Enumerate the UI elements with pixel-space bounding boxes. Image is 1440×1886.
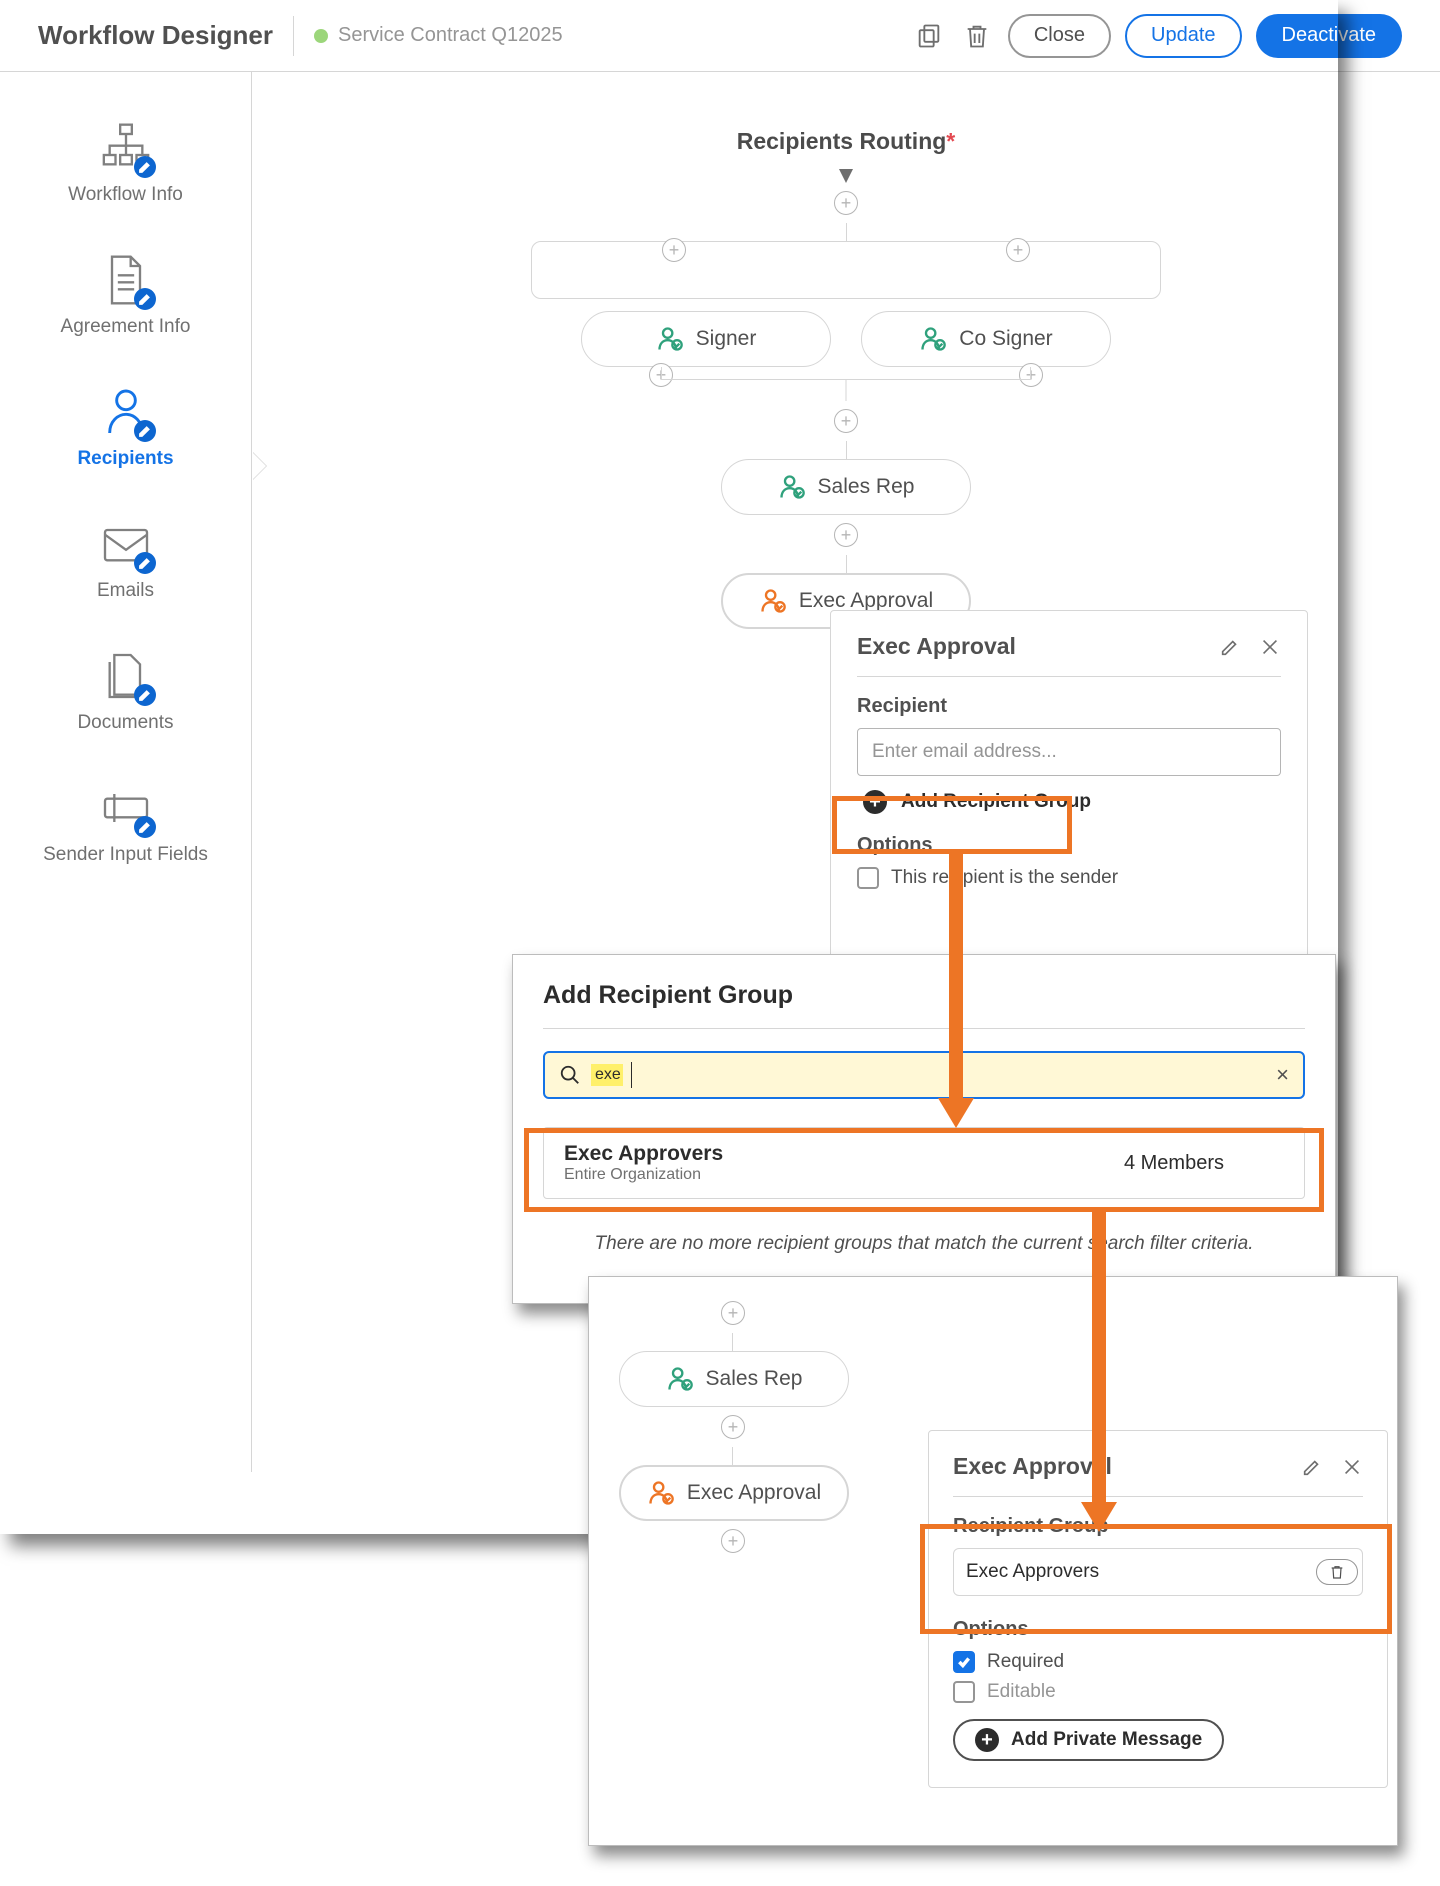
callout-arrow: [949, 854, 963, 1098]
group-result-members: 4 Members: [1124, 1152, 1224, 1175]
add-step-button[interactable]: +: [834, 523, 858, 547]
update-button[interactable]: Update: [1125, 14, 1242, 58]
hierarchy-icon: [98, 120, 154, 176]
sender-checkbox-label: This recipient is the sender: [891, 867, 1118, 889]
add-private-message-button[interactable]: + Add Private Message: [953, 1719, 1224, 1761]
required-checkbox[interactable]: [953, 1651, 975, 1673]
group-search-input[interactable]: exe ×: [543, 1051, 1305, 1099]
add-recipient-group-button[interactable]: + Add Recipient Group: [857, 776, 1281, 828]
remove-group-button[interactable]: [1316, 1559, 1358, 1585]
node-label: Sales Rep: [818, 475, 915, 499]
email-icon: [98, 516, 154, 572]
group-result-scope: Entire Organization: [564, 1166, 723, 1184]
divider: [293, 16, 294, 56]
add-recipient-group-modal: Add Recipient Group exe × Exec Approvers…: [512, 954, 1336, 1304]
panel-title: Exec Approval: [857, 633, 1201, 660]
edit-icon[interactable]: [1219, 636, 1241, 658]
node-label: Signer: [696, 327, 757, 351]
sidebar-item-recipients[interactable]: Recipients: [0, 366, 251, 498]
add-step-button[interactable]: +: [721, 1415, 745, 1439]
close-button[interactable]: Close: [1008, 14, 1111, 58]
header: Workflow Designer Service Contract Q1202…: [0, 0, 1440, 72]
recipient-node-cosigner[interactable]: Co Signer: [861, 311, 1111, 367]
clear-search-icon[interactable]: ×: [1276, 1062, 1289, 1088]
sender-checkbox[interactable]: [857, 867, 879, 889]
add-step-button[interactable]: +: [721, 1301, 745, 1325]
sidebar-item-agreement-info[interactable]: Agreement Info: [0, 234, 251, 366]
app-title: Workflow Designer: [38, 20, 273, 51]
group-result-row[interactable]: Exec Approvers Entire Organization 4 Mem…: [543, 1127, 1305, 1199]
required-label: Required: [987, 1651, 1064, 1673]
modal-title: Add Recipient Group: [543, 981, 1305, 1010]
node-label: Co Signer: [959, 327, 1052, 351]
panel-title: Exec Approval: [953, 1453, 1283, 1480]
recipient-node-salesrep[interactable]: Sales Rep: [721, 459, 971, 515]
sidebar: Workflow Info Agreement Info Recipients …: [0, 72, 252, 1472]
sidebar-item-sender-fields[interactable]: Sender Input Fields: [0, 762, 251, 894]
plus-icon: +: [863, 790, 887, 814]
sidebar-item-label: Emails: [97, 580, 154, 602]
edit-icon[interactable]: [1301, 1456, 1323, 1478]
close-icon[interactable]: [1341, 1456, 1363, 1478]
arrow-down-icon: [839, 169, 853, 183]
sidebar-item-workflow-info[interactable]: Workflow Info: [0, 102, 251, 234]
recipient-node-execapproval[interactable]: Exec Approval: [619, 1465, 849, 1521]
add-step-button[interactable]: +: [721, 1529, 745, 1553]
document-icon: [98, 252, 154, 308]
trash-icon[interactable]: [960, 19, 994, 53]
sidebar-item-label: Workflow Info: [68, 184, 183, 206]
recipient-label: Recipient: [857, 695, 1281, 718]
recipient-email-input[interactable]: [857, 728, 1281, 776]
recipient-group-label: Recipient Group: [953, 1515, 1363, 1538]
options-label: Options: [857, 834, 1281, 857]
editable-label: Editable: [987, 1681, 1056, 1703]
deactivate-button[interactable]: Deactivate: [1256, 14, 1403, 58]
routing-title: Recipients Routing*: [252, 128, 1440, 155]
callout-arrow: [1092, 1212, 1106, 1502]
input-field-icon: [98, 780, 154, 836]
parallel-branch: + +: [531, 241, 1161, 299]
search-query: exe: [591, 1064, 623, 1086]
add-step-button[interactable]: +: [1006, 238, 1030, 262]
recipient-group-value: Exec Approvers: [958, 1549, 1316, 1595]
recipient-editor-panel-result: Exec Approval Recipient Group Exec Appro…: [928, 1430, 1388, 1788]
sidebar-item-documents[interactable]: Documents: [0, 630, 251, 762]
recipient-group-chip: Exec Approvers: [953, 1548, 1363, 1596]
add-recipient-group-label: Add Recipient Group: [901, 791, 1091, 813]
editable-checkbox[interactable]: [953, 1681, 975, 1703]
copy-icon[interactable]: [912, 19, 946, 53]
no-more-results: There are no more recipient groups that …: [543, 1233, 1305, 1255]
sidebar-item-label: Recipients: [77, 448, 173, 470]
search-icon: [559, 1064, 581, 1086]
workflow-name: Service Contract Q12025: [338, 24, 563, 47]
sidebar-item-label: Documents: [77, 712, 173, 734]
options-label: Options: [953, 1618, 1363, 1641]
add-step-button[interactable]: +: [662, 238, 686, 262]
group-result-name: Exec Approvers: [564, 1142, 723, 1166]
recipients-icon: [98, 384, 154, 440]
add-step-button[interactable]: +: [834, 409, 858, 433]
documents-icon: [98, 648, 154, 704]
add-step-button[interactable]: +: [834, 191, 858, 215]
close-icon[interactable]: [1259, 636, 1281, 658]
recipient-node-signer[interactable]: Signer: [581, 311, 831, 367]
arrow-down-icon: [938, 1098, 974, 1128]
arrow-down-icon: [1081, 1502, 1117, 1532]
recipient-node-salesrep[interactable]: Sales Rep: [619, 1351, 849, 1407]
status-dot-icon: [314, 29, 328, 43]
plus-icon: +: [975, 1728, 999, 1752]
recipient-editor-panel: Exec Approval Recipient + Add Recipient …: [830, 610, 1308, 966]
sidebar-item-label: Agreement Info: [61, 316, 191, 338]
sidebar-item-label: Sender Input Fields: [43, 844, 208, 866]
sidebar-item-emails[interactable]: Emails: [0, 498, 251, 630]
